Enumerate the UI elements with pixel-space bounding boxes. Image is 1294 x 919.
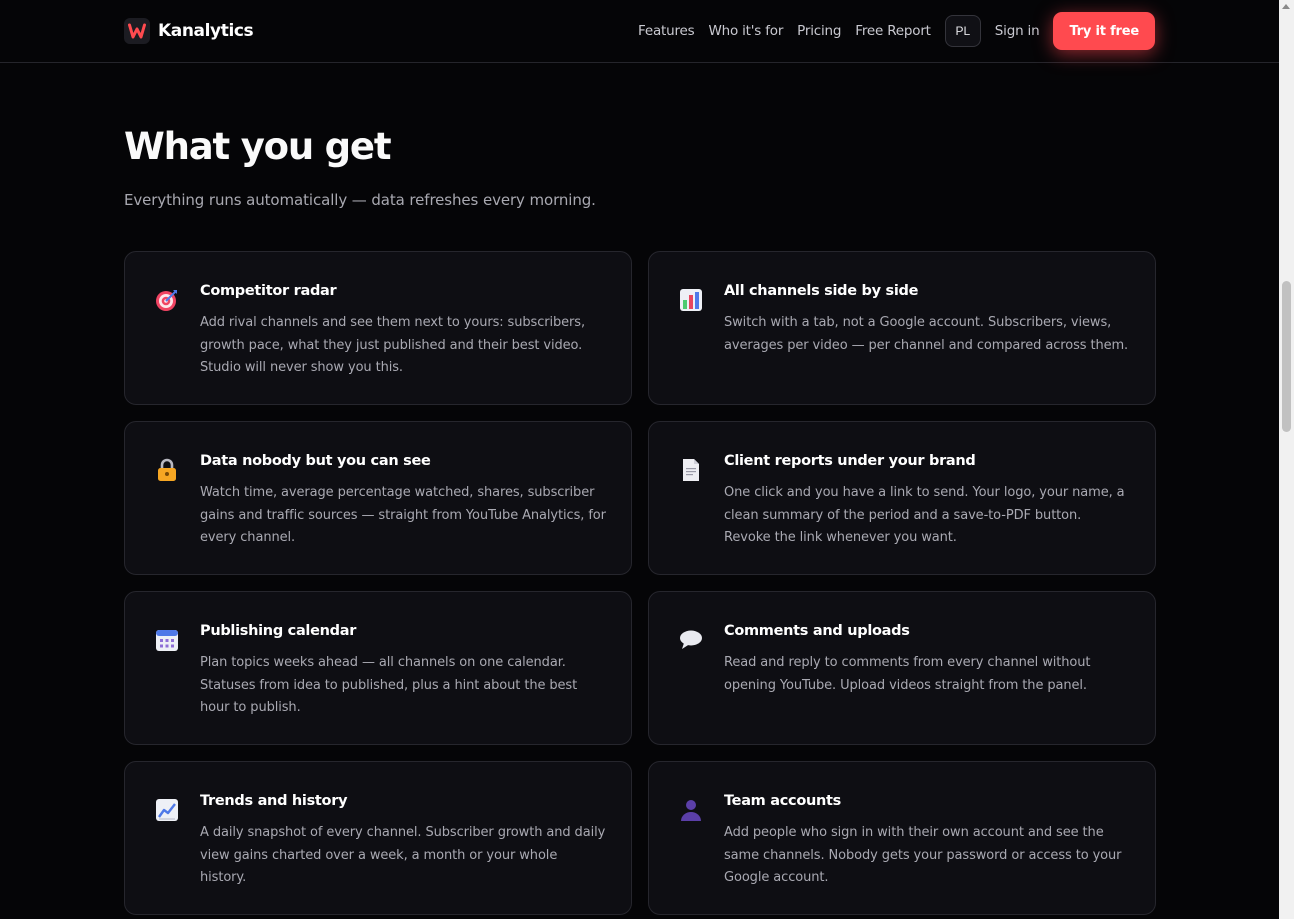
feature-title: Competitor radar [200, 283, 337, 299]
feature-description: Add rival channels and see them next to … [200, 315, 586, 375]
brand-link[interactable]: Kanalytics [124, 18, 254, 44]
kanalytics-logo-icon [124, 18, 150, 44]
feature-description: One click and you have a link to send. Y… [724, 485, 1125, 545]
scrollbar-thumb[interactable] [1282, 281, 1291, 432]
feature-card-all-channels: All channels side by side Switch with a … [648, 251, 1156, 405]
sign-in-link[interactable]: Sign in [995, 23, 1040, 39]
user-silhouette-icon [677, 796, 705, 824]
feature-title: Trends and history [200, 793, 348, 809]
feature-card-team-accounts: Team accounts Add people who sign in wit… [648, 761, 1156, 915]
feature-card-comments-uploads: Comments and uploads Read and reply to c… [648, 591, 1156, 745]
calendar-icon [153, 626, 181, 654]
top-navbar: Kanalytics Features Who it's for Pricing… [0, 0, 1279, 63]
trend-chart-icon [153, 796, 181, 824]
feature-title: Client reports under your brand [724, 453, 976, 469]
feature-title: Team accounts [724, 793, 841, 809]
feature-title: Data nobody but you can see [200, 453, 431, 469]
feature-description: A daily snapshot of every channel. Subsc… [200, 825, 606, 885]
feature-title: Publishing calendar [200, 623, 357, 639]
nav-link-pricing[interactable]: Pricing [797, 23, 841, 39]
section-title: What you get [124, 125, 392, 168]
lock-icon [153, 456, 181, 484]
page-scrollbar[interactable] [1279, 0, 1294, 919]
feature-description: Add people who sign in with their own ac… [724, 825, 1122, 885]
feature-card-competitor-radar: Competitor radar Add rival channels and … [124, 251, 632, 405]
scroll-up-arrow-icon[interactable] [1282, 4, 1290, 9]
feature-card-private-data: Data nobody but you can see Watch time, … [124, 421, 632, 575]
bar-chart-icon [677, 286, 705, 314]
feature-description: Switch with a tab, not a Google account.… [724, 315, 1129, 353]
feature-card-trends-history: Trends and history A daily snapshot of e… [124, 761, 632, 915]
nav-link-who-its-for[interactable]: Who it's for [708, 23, 783, 39]
nav-link-features[interactable]: Features [638, 23, 695, 39]
nav-links: Features Who it's for Pricing Free Repor… [638, 12, 1155, 50]
page-viewport: Kanalytics Features Who it's for Pricing… [0, 0, 1279, 919]
feature-card-client-reports: Client reports under your brand One clic… [648, 421, 1156, 575]
feature-title: Comments and uploads [724, 623, 910, 639]
features-grid: Competitor radar Add rival channels and … [124, 251, 1156, 915]
target-icon [153, 286, 181, 314]
language-switch-button[interactable]: PL [944, 15, 981, 47]
feature-description: Plan topics weeks ahead — all channels o… [200, 655, 578, 715]
speech-bubble-icon [677, 626, 705, 654]
nav-link-free-report[interactable]: Free Report [855, 23, 931, 39]
section-subtitle: Everything runs automatically — data ref… [124, 191, 596, 209]
document-icon [677, 456, 705, 484]
brand-name: Kanalytics [158, 21, 254, 41]
try-free-button[interactable]: Try it free [1053, 12, 1155, 50]
feature-title: All channels side by side [724, 283, 919, 299]
feature-card-publishing-calendar: Publishing calendar Plan topics weeks ah… [124, 591, 632, 745]
feature-description: Read and reply to comments from every ch… [724, 655, 1091, 693]
feature-description: Watch time, average percentage watched, … [200, 485, 606, 545]
